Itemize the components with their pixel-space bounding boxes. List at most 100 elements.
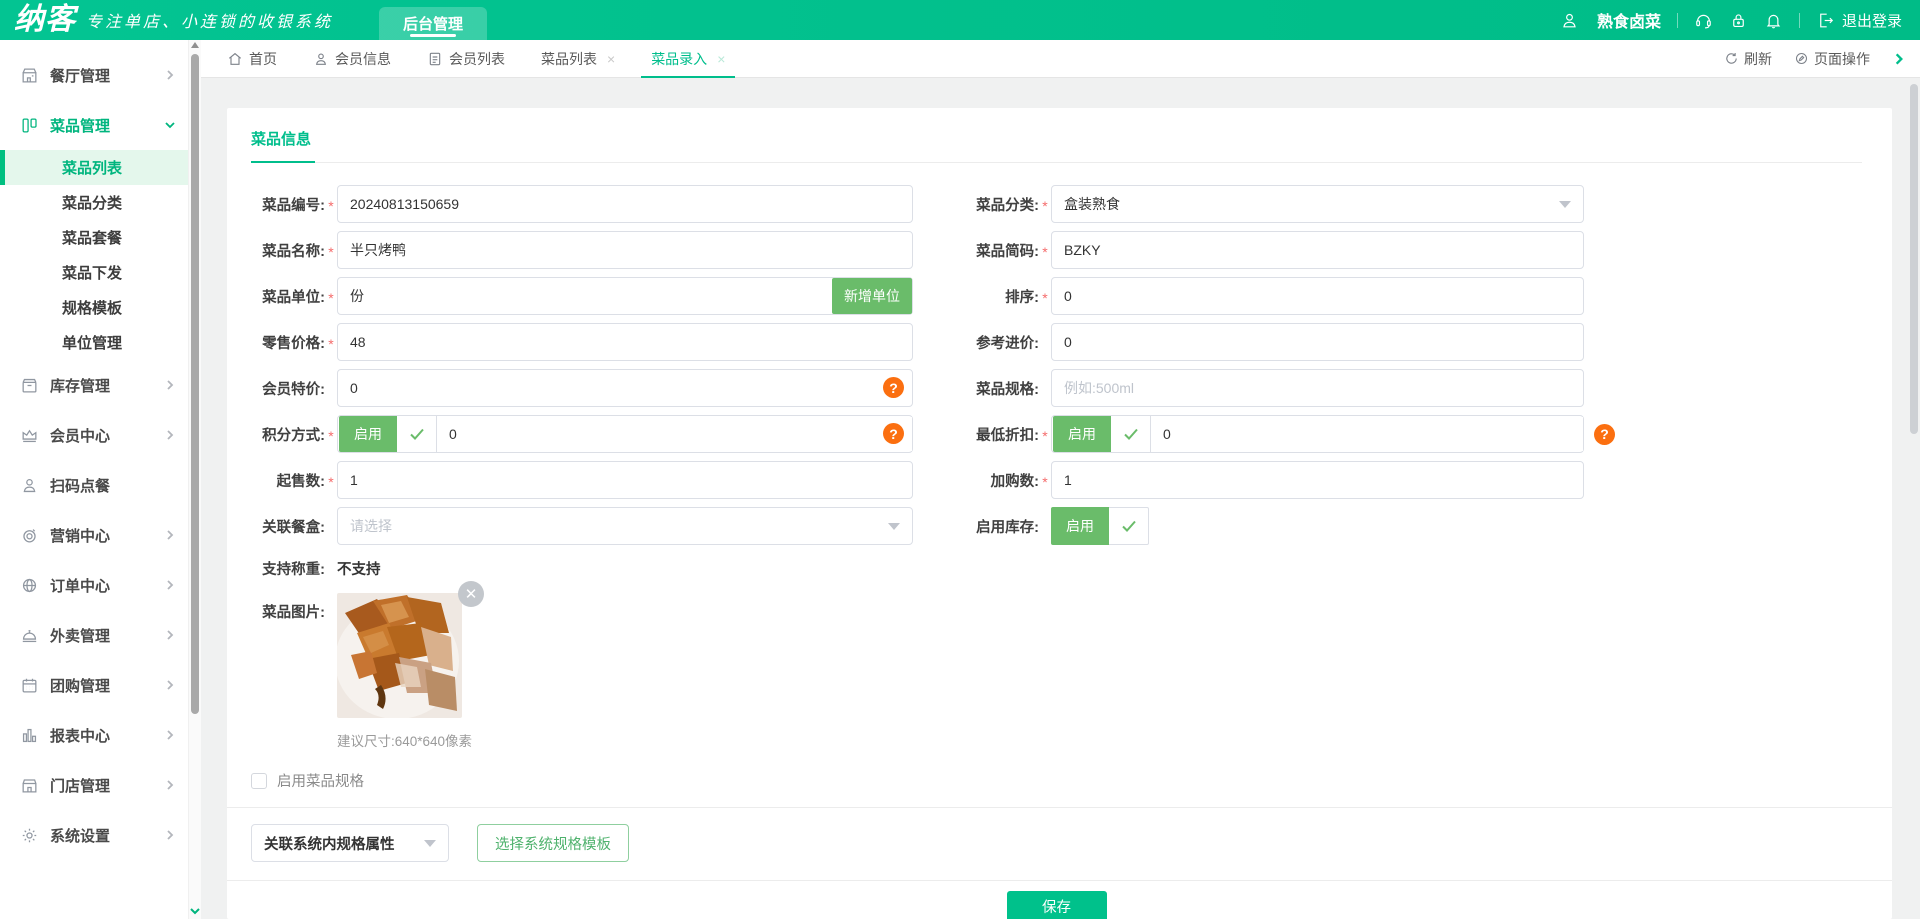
scroll-down-chevron-icon[interactable] (189, 905, 201, 917)
page-operations-label: 页面操作 (1814, 49, 1870, 69)
sidebar-subitem-label: 菜品列表 (62, 157, 122, 178)
member-price-input[interactable] (337, 369, 913, 407)
dish-info-card: 菜品信息 菜品编号: * 菜品分类: * (227, 108, 1892, 919)
sidebar-item-label: 团购管理 (50, 675, 110, 696)
dish-code-input[interactable] (337, 185, 913, 223)
scrollbar-thumb[interactable] (1910, 84, 1918, 434)
dish-category-label: 菜品分类: (951, 194, 1039, 215)
chevron-right-icon (164, 829, 176, 841)
chevron-right-icon (164, 429, 176, 441)
dish-spec-input[interactable] (1051, 369, 1584, 407)
sidebar-item-reports[interactable]: 报表中心 (0, 710, 188, 760)
lock-icon[interactable] (1729, 11, 1748, 30)
caret-down-icon (888, 523, 900, 530)
help-icon[interactable]: ? (883, 377, 904, 398)
spec-template-row: 关联系统内规格属性 选择系统规格模板 (251, 824, 1862, 862)
tab-label: 菜品列表 (541, 49, 597, 69)
sidebar-item-settings[interactable]: 系统设置 (0, 810, 188, 860)
tab-member-list[interactable]: 会员列表 (427, 40, 505, 78)
required-mark: * (1039, 240, 1051, 260)
dish-name-input[interactable] (337, 231, 913, 269)
page-operations-button[interactable]: 页面操作 (1794, 49, 1870, 69)
check-icon (1120, 517, 1138, 535)
bell-icon[interactable] (1764, 11, 1783, 30)
retail-price-input[interactable] (337, 323, 913, 361)
order-icon (20, 576, 39, 595)
page-scrollbar[interactable] (1909, 84, 1919, 919)
dish-shortcode-input[interactable] (1051, 231, 1584, 269)
sidebar-item-member-center[interactable]: 会员中心 (0, 410, 188, 460)
ref-price-input[interactable] (1051, 323, 1584, 361)
home-icon (227, 51, 243, 67)
choose-spec-template-button[interactable]: 选择系统规格模板 (477, 824, 629, 862)
scrollbar-thumb[interactable] (191, 54, 199, 714)
sidebar-subitem-dish-combo[interactable]: 菜品套餐 (0, 220, 188, 255)
refresh-button[interactable]: 刷新 (1724, 49, 1772, 69)
sidebar-scrollbar[interactable] (188, 40, 201, 919)
enable-stock-check[interactable] (1109, 507, 1149, 545)
save-button[interactable]: 保存 (1007, 891, 1107, 919)
sidebar-subitem-dish-list[interactable]: 菜品列表 (0, 150, 188, 185)
sidebar-subitem-dish-category[interactable]: 菜品分类 (0, 185, 188, 220)
dish-photo (337, 593, 462, 718)
tab-dish-info-section[interactable]: 菜品信息 (251, 128, 311, 149)
tab-home[interactable]: 首页 (227, 40, 277, 78)
sidebar-item-marketing[interactable]: 营销中心 (0, 510, 188, 560)
dish-unit-input[interactable] (337, 277, 913, 315)
points-enable-button[interactable]: 启用 (339, 416, 397, 452)
sidebar-subitem-label: 单位管理 (62, 332, 122, 353)
help-icon[interactable]: ? (1594, 424, 1615, 445)
spec-attribute-select[interactable]: 关联系统内规格属性 (251, 824, 449, 862)
sidebar-item-label: 扫码点餐 (50, 475, 110, 496)
tab-dish-list[interactable]: 菜品列表 × (541, 40, 615, 78)
required-mark: * (325, 470, 337, 490)
sidebar-subitem-unit-management[interactable]: 单位管理 (0, 325, 188, 360)
sidebar-item-label: 菜品管理 (50, 115, 110, 136)
points-value-input[interactable] (437, 417, 912, 451)
chevron-down-icon (164, 119, 176, 131)
add-unit-button[interactable]: 新增单位 (832, 278, 912, 314)
min-discount-enable-button[interactable]: 启用 (1053, 416, 1111, 452)
min-sale-input[interactable] (337, 461, 913, 499)
sidebar-item-restaurant[interactable]: 餐厅管理 (0, 50, 188, 100)
required-mark: * (325, 240, 337, 260)
add-qty-input[interactable] (1051, 461, 1584, 499)
headset-icon[interactable] (1694, 11, 1713, 30)
tab-member-info[interactable]: 会员信息 (313, 40, 391, 78)
sidebar-item-groupbuy[interactable]: 团购管理 (0, 660, 188, 710)
remove-image-button[interactable]: ✕ (458, 581, 484, 607)
tab-dish-entry[interactable]: 菜品录入 × (651, 40, 725, 78)
sidebar-item-order-center[interactable]: 订单中心 (0, 560, 188, 610)
close-icon[interactable]: × (607, 51, 615, 67)
sidebar-item-dishes[interactable]: 菜品管理 (0, 100, 188, 150)
link-box-select[interactable]: 请选择 (337, 507, 913, 545)
check-icon (408, 425, 426, 443)
logout-icon (1816, 11, 1835, 30)
expand-chevron-icon[interactable] (1892, 52, 1906, 66)
sidebar-item-stores[interactable]: 门店管理 (0, 760, 188, 810)
sidebar-item-label: 订单中心 (50, 575, 110, 596)
points-enabled-check[interactable] (397, 416, 437, 452)
dish-category-select[interactable]: 盒装熟食 (1051, 185, 1584, 223)
sidebar-item-scan-order[interactable]: 扫码点餐 (0, 460, 188, 510)
enable-spec-row: 启用菜品规格 (251, 770, 1862, 791)
close-icon[interactable]: × (717, 51, 725, 67)
sidebar-subitem-spec-template[interactable]: 规格模板 (0, 290, 188, 325)
admin-nav-tab[interactable]: 后台管理 (379, 7, 487, 40)
enable-stock-button[interactable]: 启用 (1051, 507, 1109, 545)
sidebar-item-takeout[interactable]: 外卖管理 (0, 610, 188, 660)
scroll-up-arrow-icon[interactable] (191, 42, 199, 48)
help-icon[interactable]: ? (883, 423, 904, 444)
logout-button[interactable]: 退出登录 (1816, 10, 1902, 31)
min-discount-value-input[interactable] (1151, 417, 1583, 451)
tabbar-actions: 刷新 页面操作 (1724, 49, 1906, 69)
sidebar-item-inventory[interactable]: 库存管理 (0, 360, 188, 410)
main-area: 首页 会员信息 会员列表 菜品列表 × 菜品录入 × (201, 40, 1920, 919)
sidebar-subitem-dish-dispatch[interactable]: 菜品下发 (0, 255, 188, 290)
sort-input[interactable] (1051, 277, 1584, 315)
dish-name-label: 菜品名称: (251, 240, 325, 261)
brand-slogan: 专注单店、小连锁的收银系统 (86, 8, 333, 32)
enable-spec-checkbox[interactable] (251, 773, 267, 789)
min-discount-enabled-check[interactable] (1111, 416, 1151, 452)
caret-down-icon (1559, 201, 1571, 208)
